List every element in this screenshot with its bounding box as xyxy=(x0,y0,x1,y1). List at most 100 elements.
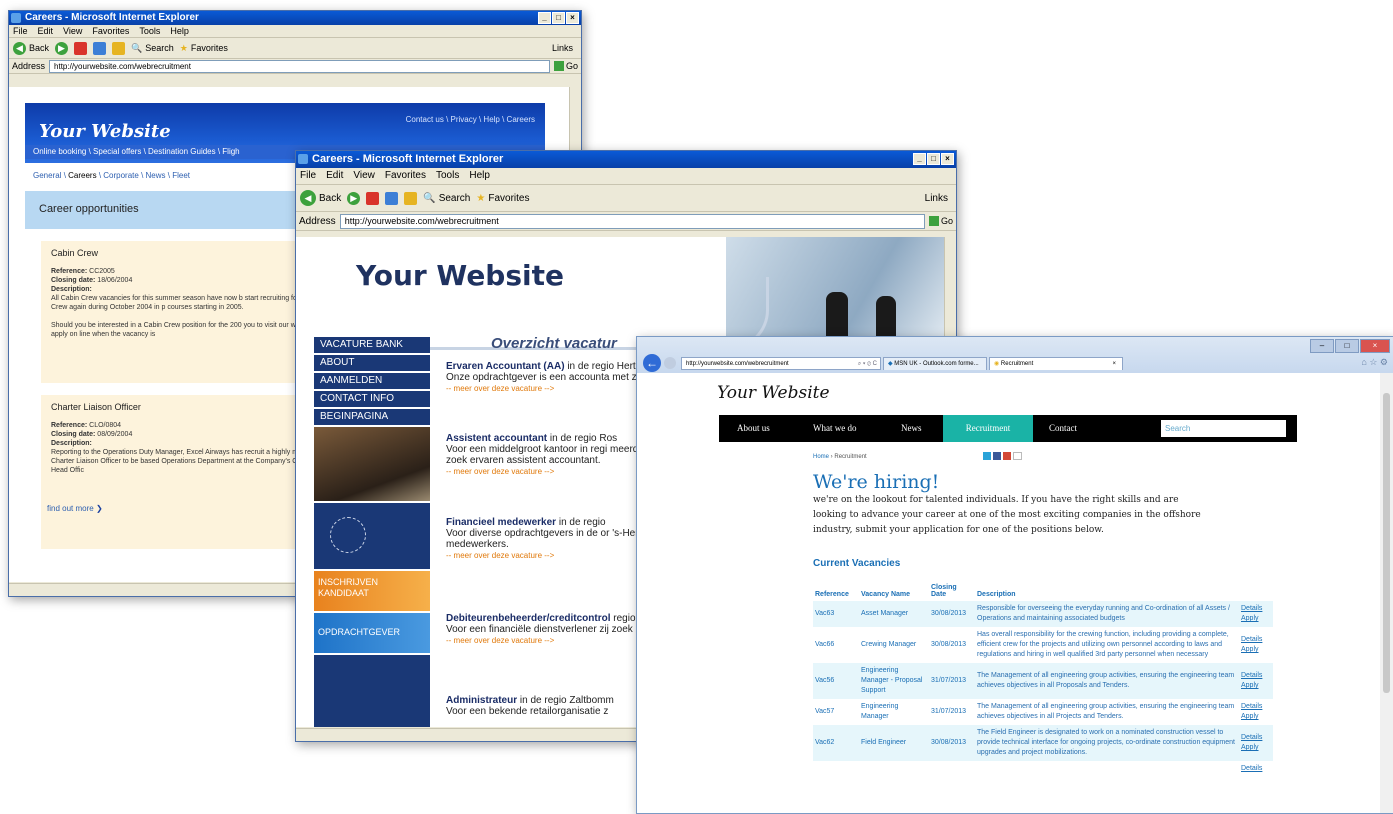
site-logo[interactable]: Your Website xyxy=(39,121,171,142)
details-link[interactable]: Details xyxy=(1241,604,1271,614)
nav-news[interactable]: News xyxy=(901,415,922,442)
side-nav-item[interactable]: CONTACT INFO xyxy=(314,391,430,409)
site-logo[interactable]: Your Website xyxy=(356,259,564,292)
go-button[interactable]: Go xyxy=(553,61,578,71)
address-controls[interactable]: ⌕ ▾ ⊘ C xyxy=(858,358,877,371)
menu-help[interactable]: Help xyxy=(469,168,490,184)
home-icon[interactable] xyxy=(404,191,418,205)
forward-button[interactable]: ▶ xyxy=(55,41,69,55)
close-button[interactable]: × xyxy=(566,12,579,24)
side-nav-item[interactable]: VACATURE BANK xyxy=(314,337,430,355)
close-button[interactable]: × xyxy=(941,153,954,165)
side-nav-item[interactable]: AANMELDEN xyxy=(314,373,430,391)
apply-link[interactable]: Apply xyxy=(1241,614,1271,624)
vertical-scrollbar[interactable] xyxy=(1380,373,1393,813)
details-link[interactable]: Details xyxy=(1241,733,1271,743)
nav-recruitment[interactable]: Recruitment xyxy=(943,415,1033,442)
back-button[interactable]: ◀ Back xyxy=(13,41,49,55)
mail-icon[interactable] xyxy=(1013,452,1022,460)
favorites-button[interactable]: ★ Favorites xyxy=(180,43,228,54)
scrollbar-thumb[interactable] xyxy=(1383,393,1390,693)
sub-nav-general[interactable]: General xyxy=(33,171,61,180)
search-input[interactable]: Search xyxy=(1161,420,1286,437)
forward-button[interactable]: ▶ xyxy=(347,191,361,205)
menu-tools[interactable]: Tools xyxy=(139,25,160,37)
minimize-button[interactable]: _ xyxy=(913,153,926,165)
find-out-more-link[interactable]: find out more ❯ xyxy=(47,504,103,513)
facebook-icon[interactable] xyxy=(993,452,1001,460)
vacancy-title[interactable]: Administrateur xyxy=(446,695,517,706)
vacancy-title[interactable]: Ervaren Accountant (AA) xyxy=(446,361,565,372)
details-link[interactable]: Details xyxy=(1241,702,1271,712)
vacancy-title[interactable]: Debiteurenbeheerder/creditcontrol xyxy=(446,613,610,624)
refresh-icon[interactable] xyxy=(93,41,107,55)
menu-file[interactable]: File xyxy=(13,25,28,37)
sub-nav-corporate[interactable]: Corporate xyxy=(103,171,139,180)
home-icon[interactable]: ⌂ xyxy=(1361,357,1366,367)
star-icon[interactable]: ☆ xyxy=(1369,357,1377,367)
menu-edit[interactable]: Edit xyxy=(326,168,343,184)
menu-edit[interactable]: Edit xyxy=(38,25,54,37)
go-button[interactable]: Go xyxy=(928,216,953,226)
details-link[interactable]: Details xyxy=(1241,764,1271,774)
side-nav-item[interactable]: BEGINPAGINA xyxy=(314,409,430,427)
favorites-button[interactable]: ★ Favorites xyxy=(476,193,529,204)
sub-nav-careers[interactable]: Careers xyxy=(68,171,96,180)
vacancy-title[interactable]: Financieel medewerker xyxy=(446,517,556,528)
apply-link[interactable]: Apply xyxy=(1241,743,1271,753)
gear-icon[interactable]: ⚙ xyxy=(1380,357,1388,367)
search-button[interactable]: 🔍 Search xyxy=(423,193,470,204)
side-nav-item[interactable]: ABOUT xyxy=(314,355,430,373)
menu-view[interactable]: View xyxy=(63,25,82,37)
search-button[interactable]: 🔍 Search xyxy=(131,43,174,54)
top-links[interactable]: Contact us \ Privacy \ Help \ Careers xyxy=(406,115,535,124)
address-input[interactable]: http://yourwebsite.com/webrecruitment ⌕ ▾… xyxy=(681,357,881,370)
menu-tools[interactable]: Tools xyxy=(436,168,459,184)
sub-nav-news[interactable]: News xyxy=(146,171,166,180)
twitter-icon[interactable] xyxy=(983,452,991,460)
vacancy-title[interactable]: Assistent accountant xyxy=(446,433,547,444)
close-tab-icon[interactable]: × xyxy=(1112,358,1116,370)
links-button[interactable]: Links xyxy=(925,193,956,204)
details-link[interactable]: Details xyxy=(1241,671,1271,681)
site-logo[interactable]: Your Website xyxy=(717,383,830,403)
kandidaat-button[interactable]: INSCHRIJVEN KANDIDAAT xyxy=(314,571,430,611)
details-link[interactable]: Details xyxy=(1241,635,1271,645)
back-button[interactable]: ← xyxy=(643,354,661,372)
nav-about[interactable]: About us xyxy=(737,415,770,442)
google-plus-icon[interactable] xyxy=(1003,452,1011,460)
close-button[interactable]: × xyxy=(1360,339,1390,353)
maximize-button[interactable]: □ xyxy=(552,12,565,24)
links-button[interactable]: Links xyxy=(552,43,581,53)
apply-link[interactable]: Apply xyxy=(1241,681,1271,691)
address-input[interactable]: http://yourwebsite.com/webrecruitment xyxy=(49,59,550,73)
minimize-button[interactable]: _ xyxy=(538,12,551,24)
apply-link[interactable]: Apply xyxy=(1241,645,1271,655)
opdrachtgever-button[interactable]: OPDRACHTGEVER xyxy=(314,613,430,653)
minimize-button[interactable]: – xyxy=(1310,339,1334,353)
nav-what-we-do[interactable]: What we do xyxy=(813,415,856,442)
stop-icon[interactable] xyxy=(366,191,380,205)
maximize-button[interactable]: □ xyxy=(927,153,940,165)
menu-favorites[interactable]: Favorites xyxy=(92,25,129,37)
back-button[interactable]: ◀ Back xyxy=(300,190,341,206)
tab-recruitment[interactable]: ◉ Recruitment × xyxy=(989,357,1123,370)
maximize-button[interactable]: □ xyxy=(1335,339,1359,353)
column-header: Vacancy Name xyxy=(861,591,911,598)
toolbar: ◀ Back ▶ 🔍 Search ★ Favorites Links xyxy=(9,38,581,59)
home-icon[interactable] xyxy=(112,41,126,55)
table-row: Details xyxy=(813,761,1273,777)
menu-view[interactable]: View xyxy=(353,168,375,184)
breadcrumb-home[interactable]: Home xyxy=(813,454,829,460)
address-input[interactable]: http://yourwebsite.com/webrecruitment xyxy=(339,213,925,229)
tab-msn[interactable]: ◆ MSN UK - Outlook.com forme... xyxy=(883,357,987,370)
nav-contact[interactable]: Contact xyxy=(1049,415,1077,442)
sub-nav-fleet[interactable]: Fleet xyxy=(172,171,190,180)
apply-link[interactable]: Apply xyxy=(1241,712,1271,722)
forward-button[interactable] xyxy=(664,357,676,369)
stop-icon[interactable] xyxy=(74,41,88,55)
menu-favorites[interactable]: Favorites xyxy=(385,168,426,184)
refresh-icon[interactable] xyxy=(385,191,399,205)
menu-help[interactable]: Help xyxy=(170,25,189,37)
menu-file[interactable]: File xyxy=(300,168,316,184)
